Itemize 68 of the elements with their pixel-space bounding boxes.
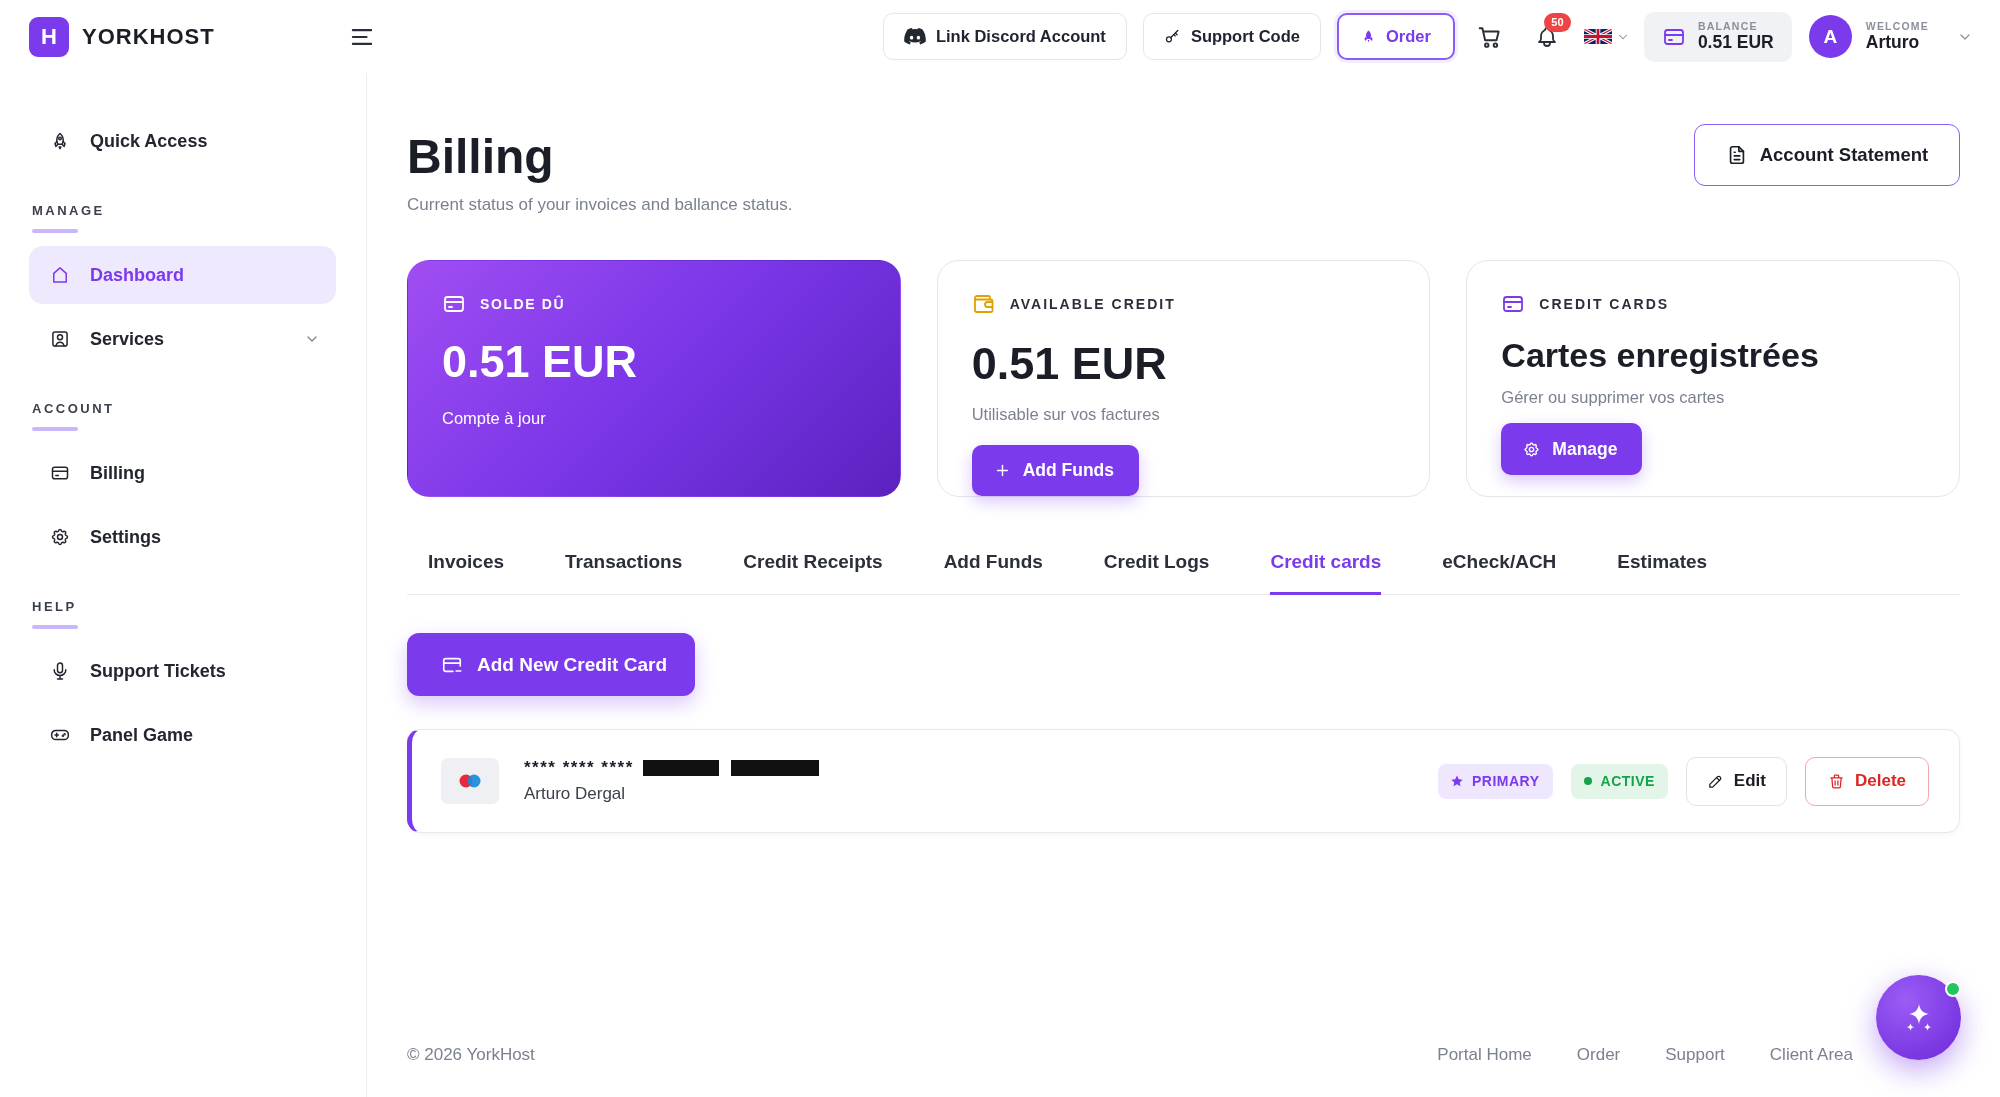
card-title: Cartes enregistrées <box>1501 335 1819 376</box>
account-statement-button[interactable]: Account Statement <box>1694 124 1960 186</box>
card-note: Gérer ou supprimer vos cartes <box>1501 387 1725 409</box>
language-button[interactable] <box>1583 29 1630 44</box>
manage-button[interactable]: Manage <box>1501 423 1643 476</box>
footer-link[interactable]: Support <box>1665 1045 1725 1065</box>
trash-icon <box>1827 772 1845 790</box>
discord-icon <box>903 27 926 46</box>
page-title: Billing <box>407 129 555 185</box>
copyright-text: © 2026 YorkHost <box>407 1045 535 1065</box>
sidebar-item[interactable]: Settings <box>29 508 336 566</box>
status-tag: PRIMARY <box>1437 763 1553 799</box>
section-heading: MANAGE <box>32 203 105 219</box>
key-icon <box>1163 28 1181 45</box>
footer-link[interactable]: Order <box>1576 1045 1621 1065</box>
settings-icon <box>1523 440 1541 458</box>
tab[interactable]: Credit Receipts <box>743 533 883 596</box>
sidebar-item[interactable]: Quick Access <box>29 112 336 170</box>
card-note: Utilisable sur vos factures <box>971 404 1160 426</box>
link-discord-button[interactable]: Link Discord Account <box>882 13 1127 60</box>
house-icon <box>50 265 70 285</box>
tab[interactable]: Add Funds <box>943 533 1043 596</box>
sparkle-icon <box>1905 1004 1932 1031</box>
balance-label: BALANCE <box>1697 21 1758 33</box>
user-icon <box>50 329 70 349</box>
sidebar-item[interactable]: Support Tickets <box>29 642 336 700</box>
balance-amount: 0.51 EUR <box>1697 32 1774 52</box>
tab[interactable]: Invoices <box>428 533 505 596</box>
logo-mark: H <box>29 16 69 57</box>
card-label: AVAILABLE CREDIT <box>1009 296 1176 313</box>
notification-count: 50 <box>1543 12 1571 32</box>
add-credit-card-button[interactable]: Add New Credit Card <box>407 633 696 697</box>
section-heading: ACCOUNT <box>32 401 115 417</box>
order-button[interactable]: Order <box>1336 13 1455 60</box>
assistant-button[interactable] <box>1876 975 1961 1060</box>
amount: 0.51 EUR <box>971 337 1167 391</box>
sidebar-item[interactable]: Dashboard <box>29 246 336 304</box>
edit-button[interactable]: Edit <box>1685 756 1787 806</box>
user-avatar[interactable]: A <box>1808 15 1852 58</box>
user-name: Arturo <box>1865 32 1920 52</box>
card-brand-icon <box>441 758 499 805</box>
tab[interactable]: Transactions <box>565 533 683 596</box>
amount: 0.51 EUR <box>442 335 638 389</box>
add-funds-button[interactable]: Add Funds <box>971 445 1140 497</box>
card-holder-name: Arturo Dergal <box>524 784 626 805</box>
card-label: CREDIT CARDS <box>1539 296 1670 313</box>
section-heading: HELP <box>32 599 77 615</box>
flag-icon <box>1583 29 1612 44</box>
delete-button[interactable]: Delete <box>1804 756 1929 806</box>
page-subtitle: Current status of your invoices and ballance status. <box>407 193 793 216</box>
brand-name: YORKHOST <box>82 23 215 50</box>
tab[interactable]: Estimates <box>1617 533 1708 596</box>
footer-link[interactable]: Portal Home <box>1437 1045 1532 1065</box>
card-number: **** **** **** <box>524 758 634 779</box>
sidebar-item[interactable]: Services <box>29 310 336 368</box>
status-tag: ACTIVE <box>1570 763 1668 799</box>
footer-link[interactable]: Client Area <box>1769 1045 1853 1065</box>
support-code-button[interactable]: Support Code <box>1142 13 1321 60</box>
sidebar-item[interactable]: Billing <box>29 444 336 502</box>
welcome-label: WELCOME <box>1865 21 1929 33</box>
settings-icon <box>50 527 70 547</box>
sidebar-item[interactable]: Panel Game <box>29 706 336 764</box>
tab[interactable]: Credit Logs <box>1103 533 1210 596</box>
tab[interactable]: Credit cards <box>1270 533 1382 596</box>
card-note: Compte à jour <box>442 408 546 430</box>
credit-card-icon <box>50 463 70 483</box>
tab[interactable]: eCheck/ACH <box>1442 533 1557 596</box>
card-label: SOLDE DÛ <box>480 296 566 313</box>
